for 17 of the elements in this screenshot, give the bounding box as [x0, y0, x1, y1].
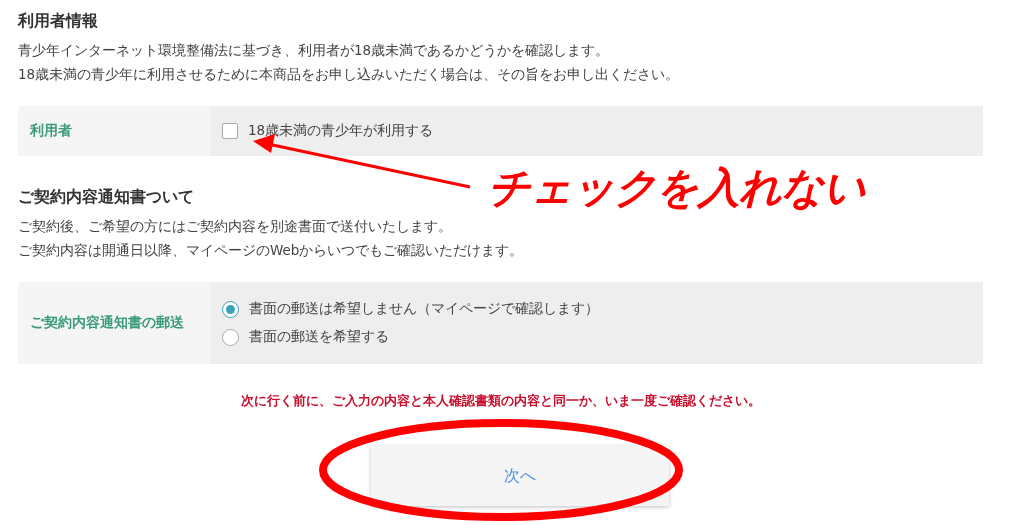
next-button[interactable]: 次へ: [370, 446, 669, 506]
description-text: ご契約後、ご希望の方にはご契約内容を別途書面で送付いたします。: [18, 217, 453, 236]
field-label: 利用者: [30, 122, 72, 140]
description-text: 青少年インターネット環境整備法に基づき、利用者が18歳未満であるかどうかを確認します。: [18, 41, 611, 60]
warning-text: 次に行く前に、ご入力の内容と本人確認書類の内容と同一か、いま一度ご確認ください。: [239, 392, 762, 410]
section-title: 利用者情報: [18, 10, 98, 32]
description-text: ご契約内容は開通日以降、マイページのWebからいつでもご確認いただけます。: [18, 241, 525, 260]
radio-button[interactable]: [222, 328, 239, 346]
description-text: 18歳未満の青少年に利用させるために本商品をお申し込みいただく場合は、その旨をお申し出ください。: [18, 65, 681, 84]
section-title: ご契約内容通知書ついて: [18, 186, 194, 208]
radio-button[interactable]: [222, 300, 239, 318]
radio-label: 書面の郵送は希望しません（マイページで確認します）: [249, 300, 599, 318]
checkbox-label: 18歳未満の青少年が利用する: [248, 122, 434, 140]
field-label: ご契約内容通知書の郵送: [30, 314, 184, 332]
checkbox[interactable]: [222, 123, 238, 139]
annotation-text: チェックを入れない: [488, 163, 865, 213]
radio-label: 書面の郵送を希望する: [249, 328, 389, 346]
